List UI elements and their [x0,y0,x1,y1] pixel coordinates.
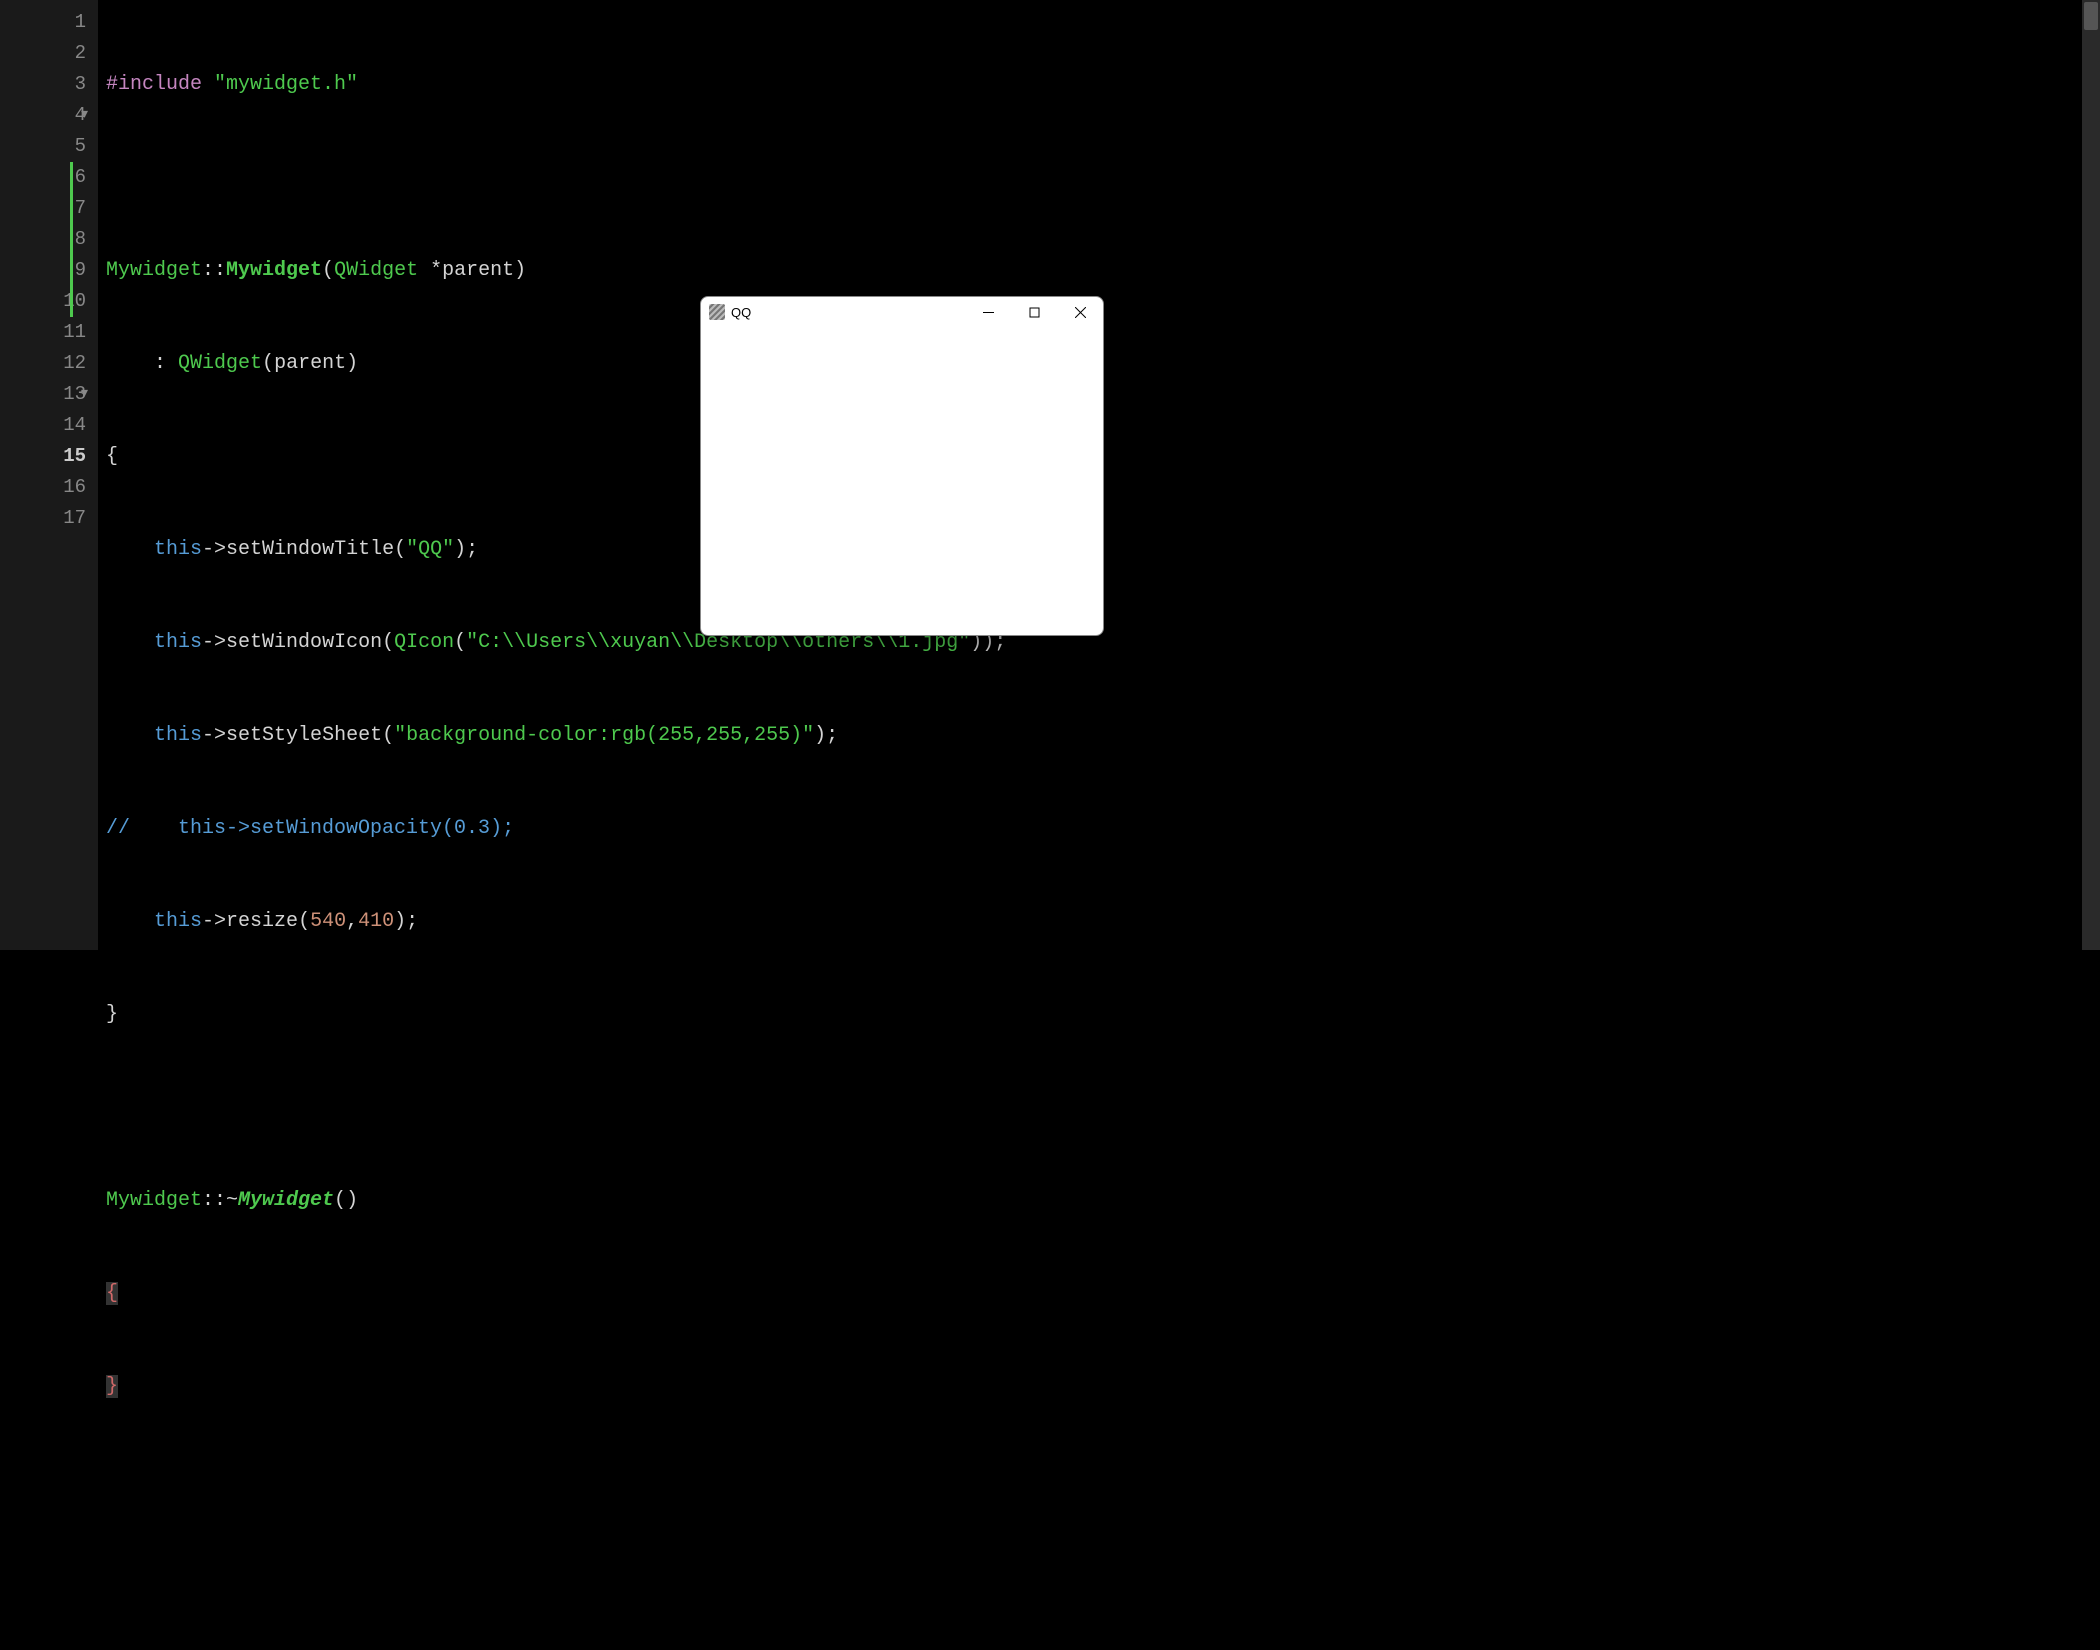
window-icon [709,304,725,320]
code-line: Mywidget::~Mywidget() [106,1185,2100,1216]
fold-icon[interactable]: ▾ [81,379,88,410]
code-line [106,1464,2100,1495]
change-indicator [70,162,73,317]
line-number: 7 [0,193,86,224]
line-number: 2 [0,38,86,69]
minimize-icon [983,307,994,318]
line-number: 6 [0,162,86,193]
window-title: QQ [731,305,751,320]
fold-icon[interactable]: ▾ [81,100,88,131]
close-button[interactable] [1057,297,1103,327]
line-number-current: 15 [0,441,86,472]
line-number: 10 [0,286,86,317]
line-number: 1 [0,7,86,38]
vertical-scrollbar[interactable] [2082,0,2100,950]
line-number: 16 [0,472,86,503]
code-line: } [106,999,2100,1030]
code-line: // this->setWindowOpacity(0.3); [106,813,2100,844]
line-number: 5 [0,131,86,162]
code-line: this->resize(540,410); [106,906,2100,937]
window-titlebar[interactable]: QQ [701,297,1103,327]
code-line [106,162,2100,193]
code-line: Mywidget::Mywidget(QWidget *parent) [106,255,2100,286]
maximize-button[interactable] [1011,297,1057,327]
qt-application-window[interactable]: QQ [700,296,1104,636]
line-number: 17 [0,503,86,534]
code-line: { [106,1278,2100,1309]
code-line [106,1092,2100,1123]
line-number: 9 [0,255,86,286]
code-line: } [106,1371,2100,1402]
minimize-button[interactable] [965,297,1011,327]
scrollbar-thumb[interactable] [2084,2,2098,30]
line-number: 3 [0,69,86,100]
line-number: 14 [0,410,86,441]
line-number: 11 [0,317,86,348]
line-number: 4▾ [0,100,86,131]
line-number: 13▾ [0,379,86,410]
line-number: 12 [0,348,86,379]
code-line: this->setStyleSheet("background-color:rg… [106,720,2100,751]
close-icon [1075,307,1086,318]
line-number: 8 [0,224,86,255]
code-line: #include "mywidget.h" [106,69,2100,100]
maximize-icon [1029,307,1040,318]
code-line [106,1557,2100,1588]
line-number-gutter: 1 2 3 4▾ 5 6 7 8 9 10 11 12 13▾ 14 15 16… [0,0,98,950]
